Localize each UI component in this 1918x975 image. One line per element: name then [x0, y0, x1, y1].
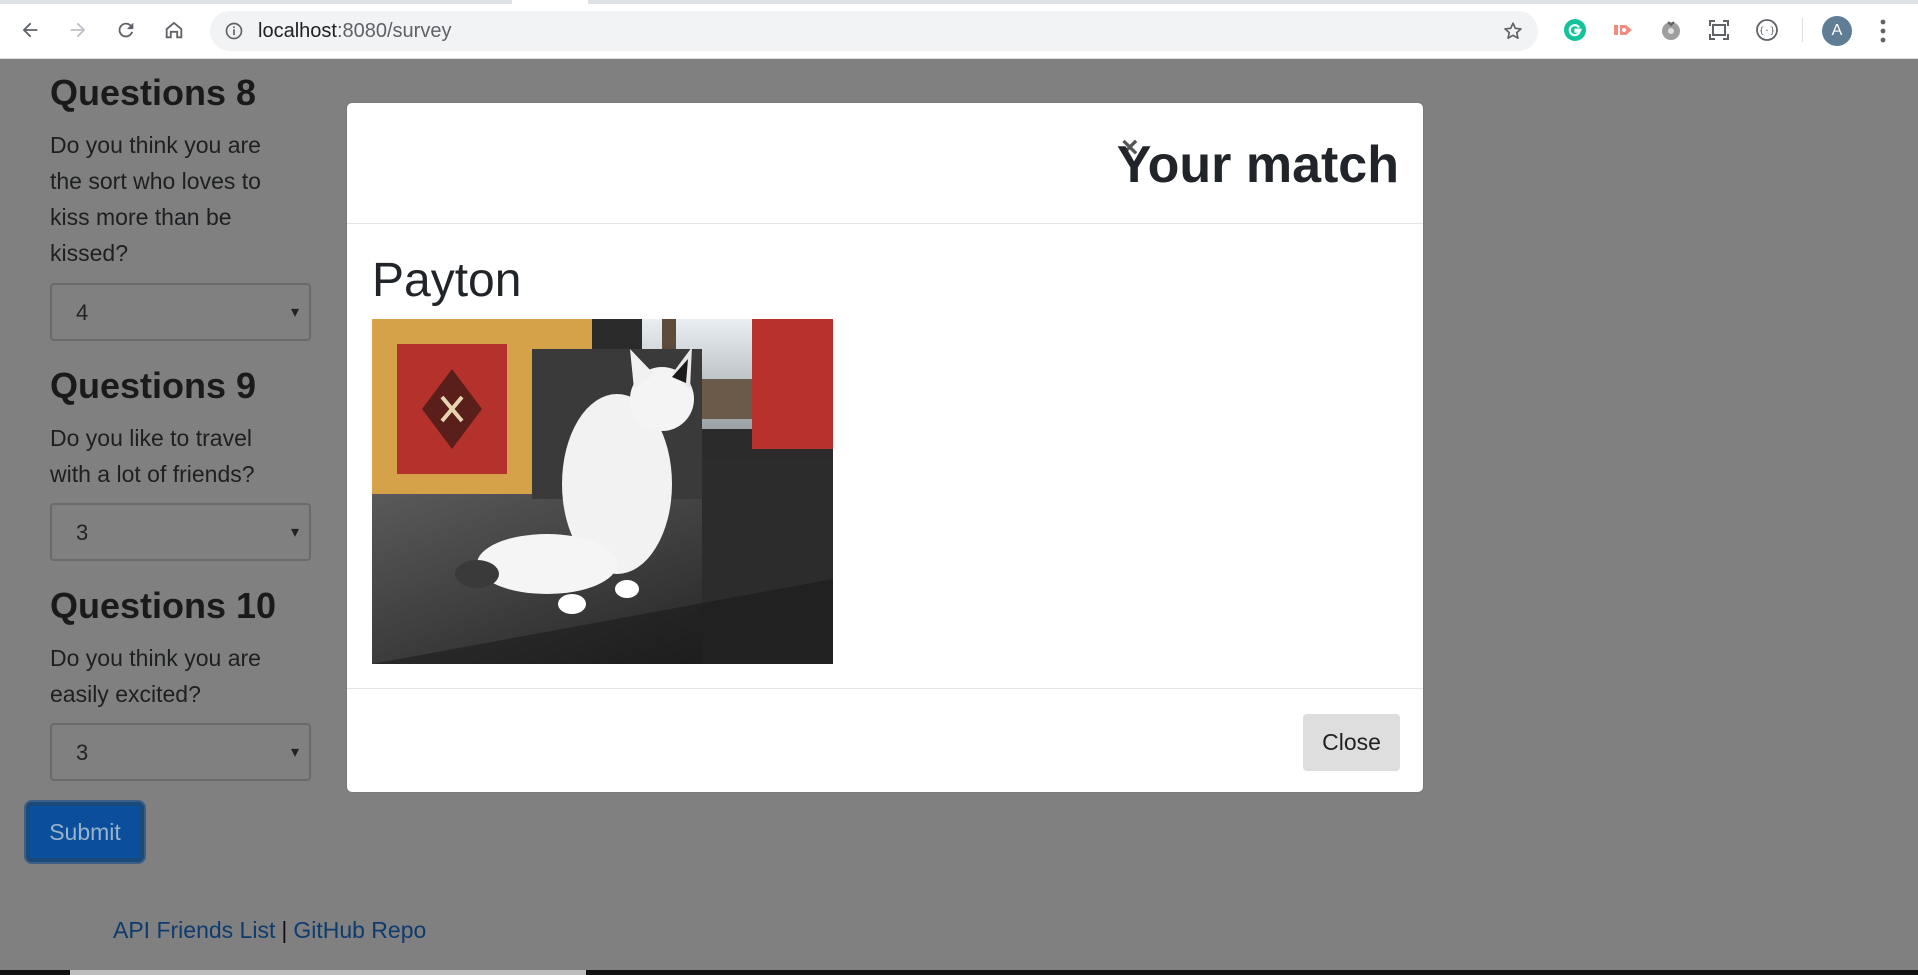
select-value: 3 [76, 740, 89, 765]
match-photo-cat [372, 319, 833, 664]
url-path: :8080/survey [336, 20, 452, 42]
footer-separator: | [281, 917, 288, 943]
question-9-text: Do you like to travel with a lot of frie… [50, 425, 255, 487]
tomato-timer-icon[interactable] [1657, 16, 1685, 44]
question-8-text: Do you think you are the sort who loves … [50, 132, 261, 266]
profile-avatar[interactable]: A [1822, 16, 1852, 46]
chevron-down-icon: ▾ [290, 524, 299, 541]
github-repo-link[interactable]: GitHub Repo [293, 917, 426, 943]
arrow-left-icon [22, 22, 38, 38]
submit-button[interactable]: Submit [26, 802, 144, 862]
chevron-down-icon: ▾ [290, 304, 299, 321]
forward-button[interactable] [62, 14, 94, 46]
select-value: 4 [76, 300, 89, 325]
question-9-select[interactable]: 3 ▾ [50, 503, 311, 561]
modal-header: × Your match [347, 103, 1423, 224]
question-10-text: Do you think you are easily excited? [50, 645, 261, 707]
url-text: localhost:8080/survey [258, 20, 451, 42]
address-bar[interactable]: localhost:8080/survey [210, 11, 1538, 51]
json-viewer-icon[interactable]: {·} [1753, 16, 1781, 44]
home-button[interactable] [158, 14, 190, 46]
info-icon[interactable] [224, 21, 244, 41]
chevron-down-icon: ▾ [290, 744, 299, 761]
close-button[interactable]: Close [1303, 714, 1400, 771]
question-8-title: Questions 8 [50, 72, 257, 113]
select-value: 3 [76, 520, 89, 545]
match-name: Payton [372, 254, 522, 307]
modal-title: Your match [1116, 136, 1399, 194]
question-10-title: Questions 10 [50, 585, 277, 626]
footer-links: API Friends List | GitHub Repo [113, 917, 426, 944]
match-modal: × Your match Payton Close [346, 102, 1424, 793]
arrow-right-icon [70, 22, 86, 38]
question-10-select[interactable]: 3 ▾ [50, 723, 311, 781]
more-menu-icon[interactable] [1876, 18, 1890, 44]
question-9-title: Questions 9 [50, 365, 257, 406]
modal-body: Payton [347, 225, 1423, 688]
back-button[interactable] [14, 14, 46, 46]
reload-icon [118, 22, 134, 38]
svg-text:{·}: {·} [1759, 27, 1775, 37]
pushbullet-icon[interactable] [1609, 16, 1637, 44]
url-host: localhost [258, 20, 337, 42]
modal-footer: Close [347, 688, 1423, 794]
home-icon [165, 21, 183, 39]
question-8-select[interactable]: 4 ▾ [50, 283, 311, 341]
tab-strip [0, 0, 1918, 4]
api-friends-list-link[interactable]: API Friends List [113, 917, 275, 943]
bottom-taskbar-edge [0, 970, 1918, 975]
browser-toolbar: localhost:8080/survey {·} A [0, 0, 1918, 59]
bookmark-star-icon[interactable] [1502, 20, 1524, 42]
reload-button[interactable] [110, 14, 142, 46]
toolbar-divider [1802, 18, 1803, 42]
grammarly-icon[interactable] [1561, 16, 1589, 44]
screenshot-icon[interactable] [1705, 16, 1733, 44]
